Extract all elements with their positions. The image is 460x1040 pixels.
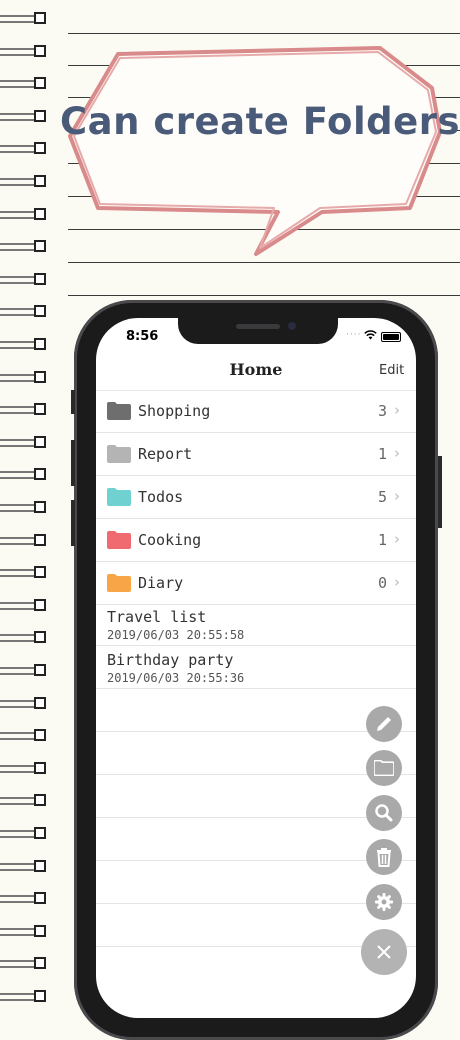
folder-row-shopping[interactable]: Shopping 3 › — [96, 390, 416, 433]
folder-icon — [374, 760, 394, 776]
edit-button[interactable]: Edit — [379, 363, 404, 378]
note-date: 2019/06/03 20:55:58 — [107, 628, 245, 642]
folder-label: Shopping — [138, 402, 211, 420]
spiral-ring — [0, 77, 48, 93]
settings-button[interactable] — [366, 884, 402, 920]
note-title: Birthday party — [107, 651, 234, 669]
folder-label: Diary — [138, 574, 184, 592]
speaker — [236, 324, 280, 329]
spiral-ring — [0, 501, 48, 517]
folder-icon — [107, 488, 131, 506]
spiral-ring — [0, 697, 48, 713]
spiral-ring — [0, 860, 48, 876]
battery-icon — [381, 332, 401, 342]
chevron-right-icon: › — [394, 401, 400, 419]
chevron-right-icon: › — [394, 530, 400, 548]
folder-count: 3 — [378, 402, 388, 420]
signal-icon: ···· — [346, 330, 362, 340]
volume-down-button — [71, 500, 75, 546]
search-button[interactable] — [366, 795, 402, 831]
spiral-ring — [0, 45, 48, 61]
folder-icon — [107, 445, 131, 463]
banner-title: Can create Folders — [60, 100, 460, 143]
spiral-ring — [0, 468, 48, 484]
folder-count: 0 — [378, 574, 388, 592]
chevron-right-icon: › — [394, 573, 400, 591]
spiral-ring — [0, 175, 48, 191]
spiral-ring — [0, 142, 48, 158]
spiral-ring — [0, 957, 48, 973]
navigation-bar: Home Edit — [96, 350, 416, 391]
trash-icon — [377, 848, 391, 867]
spiral-ring — [0, 925, 48, 941]
delete-button[interactable] — [366, 839, 402, 875]
power-button — [438, 456, 442, 528]
folder-icon — [107, 531, 131, 549]
notch — [178, 318, 338, 344]
spiral-ring — [0, 664, 48, 680]
gear-icon — [375, 893, 393, 911]
spiral-ring — [0, 599, 48, 615]
spiral-ring — [0, 371, 48, 387]
spiral-ring — [0, 110, 48, 126]
mute-switch — [71, 390, 75, 414]
wifi-icon — [364, 330, 377, 340]
spiral-ring — [0, 794, 48, 810]
folder-row-report[interactable]: Report 1 › — [96, 433, 416, 476]
folder-count: 1 — [378, 445, 388, 463]
spiral-ring — [0, 403, 48, 419]
folder-icon — [107, 574, 131, 592]
front-camera — [288, 322, 296, 330]
compose-button[interactable] — [366, 706, 402, 742]
close-icon — [377, 945, 391, 959]
folder-label: Cooking — [138, 531, 202, 549]
chevron-right-icon: › — [394, 444, 400, 462]
folder-icon — [107, 402, 131, 420]
spiral-ring — [0, 762, 48, 778]
pencil-icon — [377, 717, 391, 731]
search-icon — [375, 804, 393, 822]
spiral-ring — [0, 631, 48, 647]
folder-count: 1 — [378, 531, 388, 549]
spiral-ring — [0, 305, 48, 321]
volume-up-button — [71, 440, 75, 486]
spiral-ring — [0, 273, 48, 289]
new-folder-button[interactable] — [366, 750, 402, 786]
nav-title: Home — [229, 360, 283, 379]
close-menu-button[interactable] — [361, 929, 407, 975]
spiral-ring — [0, 208, 48, 224]
folder-row-diary[interactable]: Diary 0 › — [96, 562, 416, 605]
folder-count: 5 — [378, 488, 388, 506]
spiral-ring — [0, 827, 48, 843]
chevron-right-icon: › — [394, 487, 400, 505]
folder-row-cooking[interactable]: Cooking 1 › — [96, 519, 416, 562]
spiral-ring — [0, 436, 48, 452]
folder-label: Report — [138, 445, 193, 463]
spiral-ring — [0, 990, 48, 1006]
note-row-birthday-party[interactable]: Birthday party 2019/06/03 20:55:36 — [96, 646, 416, 689]
spiral-ring — [0, 534, 48, 550]
folder-label: Todos — [138, 488, 184, 506]
note-title: Travel list — [107, 608, 207, 626]
spiral-ring — [0, 566, 48, 582]
note-date: 2019/06/03 20:55:36 — [107, 671, 245, 685]
spiral-ring — [0, 338, 48, 354]
note-row-travel-list[interactable]: Travel list 2019/06/03 20:55:58 — [96, 603, 416, 646]
status-time: 8:56 — [126, 329, 159, 344]
spiral-ring — [0, 240, 48, 256]
speech-bubble — [68, 46, 442, 256]
spiral-ring — [0, 892, 48, 908]
spiral-ring — [0, 729, 48, 745]
folder-row-todos[interactable]: Todos 5 › — [96, 476, 416, 519]
spiral-ring — [0, 12, 48, 28]
